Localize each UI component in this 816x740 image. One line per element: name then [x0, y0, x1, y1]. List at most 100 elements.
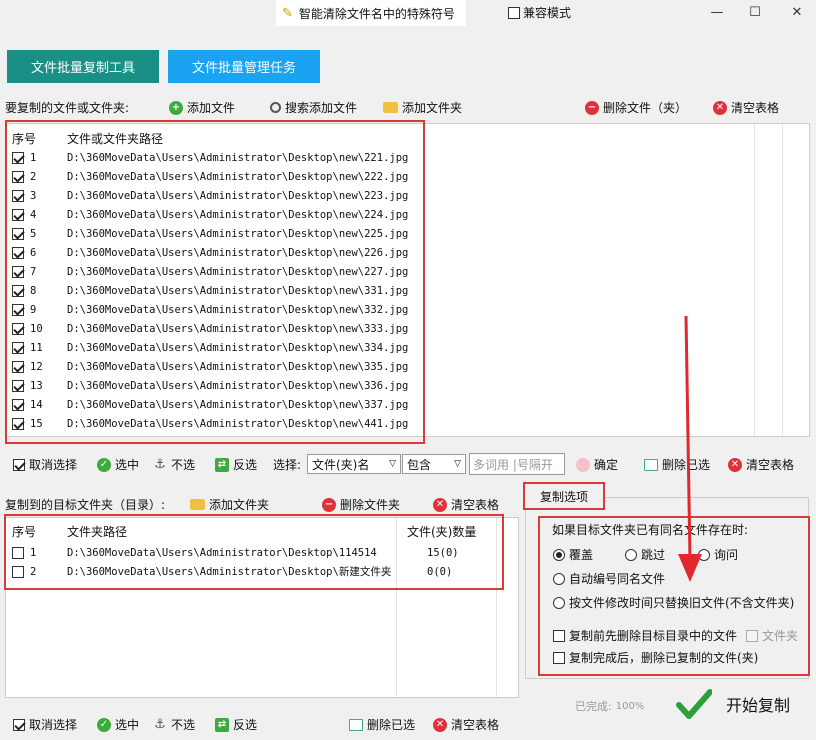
row-index: 15	[30, 417, 43, 430]
delete-after-checkbox[interactable]: 复制完成后，删除已复制的文件(夹)	[553, 649, 758, 666]
row-checkbox[interactable]	[12, 565, 24, 578]
row-checkbox[interactable]	[12, 227, 24, 240]
table-row[interactable]: 8 D:\360MoveData\Users\Administrator\Desk…	[12, 281, 408, 300]
deselect-checkbox-icon	[13, 458, 25, 471]
src-select-button[interactable]: ✓ 选中	[97, 456, 139, 473]
row-checkbox[interactable]	[12, 360, 24, 373]
table-row[interactable]: 13 D:\360MoveData\Users\Administrator\Des…	[12, 376, 408, 395]
row-index: 1	[30, 151, 37, 164]
search-add-file-button[interactable]: 搜索添加文件	[270, 99, 357, 116]
row-checkbox[interactable]	[12, 398, 24, 411]
tgt-clear-table-button[interactable]: ✕ 清空表格	[433, 716, 499, 733]
folder-checkbox[interactable]: 文件夹	[746, 627, 798, 644]
table-row[interactable]: 11 D:\360MoveData\Users\Administrator\Des…	[12, 338, 408, 357]
tgt-unselect-button[interactable]: ⚓ 不选	[153, 716, 195, 733]
delete-before-checkbox[interactable]: 复制前先删除目标目录中的文件	[553, 627, 737, 644]
maximize-button[interactable]: ☐	[745, 4, 765, 22]
src-clear-table-button[interactable]: ✕ 清空表格	[728, 456, 794, 473]
row-checkbox[interactable]	[12, 265, 24, 278]
row-checkbox[interactable]	[12, 322, 24, 335]
skip-radio[interactable]: 跳过	[625, 546, 665, 563]
row-checkbox[interactable]	[12, 379, 24, 392]
table-row[interactable]: 3 D:\360MoveData\Users\Administrator\Desk…	[12, 186, 408, 205]
row-checkbox[interactable]	[12, 208, 24, 221]
row-index: 4	[30, 208, 37, 221]
table-row[interactable]: 5 D:\360MoveData\Users\Administrator\Desk…	[12, 224, 408, 243]
row-checkbox[interactable]	[12, 341, 24, 354]
row-checkbox[interactable]	[12, 284, 24, 297]
check-icon: ✓	[97, 717, 111, 732]
src-unselect-button[interactable]: ⚓ 不选	[153, 456, 195, 473]
table-row[interactable]: 12 D:\360MoveData\Users\Administrator\Des…	[12, 357, 408, 376]
tgt-deselect-button[interactable]: 取消选择	[13, 716, 77, 733]
anchor-icon: ⚓	[154, 716, 166, 732]
target-clear-table-button[interactable]: ✕ 清空表格	[433, 496, 499, 513]
red-arrow-annotation	[678, 315, 702, 582]
copy-options-tab[interactable]: 复制选项	[523, 482, 605, 510]
table-row[interactable]: 10 D:\360MoveData\Users\Administrator\Des…	[12, 319, 408, 338]
row-index: 12	[30, 360, 43, 373]
keyword-input[interactable]: 多词用 |号隔开	[469, 453, 565, 475]
row-checkbox[interactable]	[12, 189, 24, 202]
table-row[interactable]: 4 D:\360MoveData\Users\Administrator\Desk…	[12, 205, 408, 224]
overwrite-radio[interactable]: 覆盖	[553, 546, 593, 563]
src-deselect-button[interactable]: 取消选择	[13, 456, 77, 473]
auto-number-radio[interactable]: 自动编号同名文件	[553, 570, 665, 587]
row-checkbox[interactable]	[12, 546, 24, 559]
row-index: 13	[30, 379, 43, 392]
row-index: 11	[30, 341, 43, 354]
row-index: 5	[30, 227, 37, 240]
target-delete-folder-button[interactable]: − 删除文件夹	[322, 496, 400, 513]
table-row[interactable]: 14 D:\360MoveData\Users\Administrator\Des…	[12, 395, 408, 414]
table-row[interactable]: 2 D:\360MoveData\Users\Administrator\Desk…	[12, 167, 408, 186]
add-file-button[interactable]: + 添加文件	[169, 99, 235, 116]
row-checkbox[interactable]	[12, 170, 24, 183]
deselect-checkbox-icon	[13, 718, 25, 731]
row-path: D:\360MoveData\Users\Administrator\Deskt…	[67, 284, 409, 297]
monitor-icon	[644, 458, 658, 471]
row-checkbox[interactable]	[12, 246, 24, 259]
row-checkbox[interactable]	[12, 417, 24, 430]
target-add-folder-button[interactable]: 添加文件夹	[190, 496, 269, 513]
close-button[interactable]: ✕	[787, 4, 807, 22]
minus-icon: −	[322, 497, 336, 512]
choose-field-select[interactable]: 文件(夹)名 ▽	[307, 454, 401, 474]
table-row[interactable]: 1 D:\360MoveData\Users\Administrator\Desk…	[12, 543, 459, 562]
row-path: D:\360MoveData\Users\Administrator\Deskt…	[67, 151, 409, 164]
confirm-button[interactable]: 确定	[576, 456, 618, 473]
tab-copy-tool[interactable]: 文件批量复制工具	[7, 50, 159, 83]
choose-label: 选择:	[273, 458, 302, 472]
source-list-header: 序号 文件或文件夹路径	[12, 132, 164, 146]
tgt-delete-selected-button[interactable]: 删除已选	[349, 716, 415, 733]
x-icon: ✕	[433, 497, 447, 512]
start-copy-button[interactable]: 开始复制	[676, 688, 790, 720]
compat-checkbox-box[interactable]	[508, 6, 520, 19]
table-row[interactable]: 15 D:\360MoveData\Users\Administrator\Des…	[12, 414, 408, 433]
minimize-button[interactable]: —	[707, 4, 727, 22]
row-path: D:\360MoveData\Users\Administrator\Deskt…	[67, 546, 377, 559]
add-folder-button[interactable]: 添加文件夹	[383, 99, 462, 116]
table-row[interactable]: 6 D:\360MoveData\Users\Administrator\Desk…	[12, 243, 408, 262]
tgt-select-button[interactable]: ✓ 选中	[97, 716, 139, 733]
tab-manage-task[interactable]: 文件批量管理任务	[168, 50, 320, 83]
table-row[interactable]: 9 D:\360MoveData\Users\Administrator\Desk…	[12, 300, 408, 319]
row-path: D:\360MoveData\Users\Administrator\Deskt…	[67, 208, 409, 221]
row-path: D:\360MoveData\Users\Administrator\Deskt…	[67, 170, 409, 183]
tgt-invert-button[interactable]: ⇄ 反选	[215, 716, 257, 733]
compat-mode-checkbox[interactable]: 兼容模式	[508, 4, 571, 21]
target-folder-list[interactable]: 序号 文件夹路径 文件(夹)数量 1 D:\360MoveData\Users\A…	[5, 517, 519, 698]
row-checkbox[interactable]	[12, 303, 24, 316]
x-icon: ✕	[433, 717, 447, 732]
match-mode-select[interactable]: 包含 ▽	[402, 454, 466, 474]
table-row[interactable]: 2 D:\360MoveData\Users\Administrator\Desk…	[12, 562, 452, 581]
clear-table-button[interactable]: ✕ 清空表格	[713, 99, 779, 116]
src-invert-button[interactable]: ⇄ 反选	[215, 456, 257, 473]
x-icon: ✕	[728, 457, 742, 472]
by-mtime-radio[interactable]: 按文件修改时间只替换旧文件(不含文件夹)	[553, 594, 794, 611]
table-row[interactable]: 7 D:\360MoveData\Users\Administrator\Desk…	[12, 262, 408, 281]
x-icon: ✕	[713, 100, 727, 115]
table-row[interactable]: 1 D:\360MoveData\Users\Administrator\Desk…	[12, 148, 408, 167]
row-path: D:\360MoveData\Users\Administrator\Deskt…	[67, 566, 392, 578]
row-checkbox[interactable]	[12, 151, 24, 164]
delete-file-button[interactable]: − 删除文件（夹）	[585, 99, 687, 116]
